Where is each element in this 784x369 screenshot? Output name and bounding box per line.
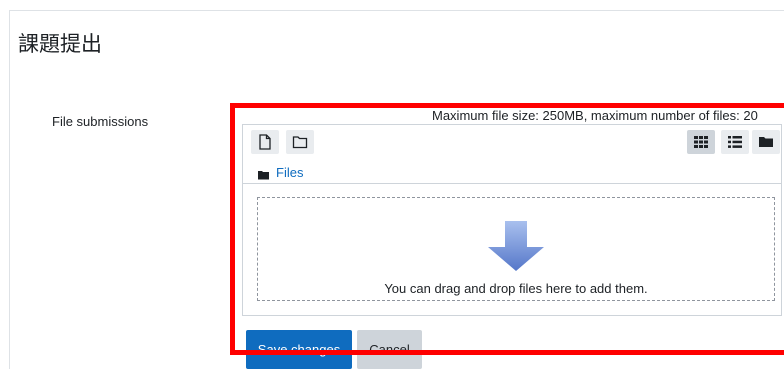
add-file-button[interactable]	[251, 130, 279, 154]
file-limits-text: Maximum file size: 250MB, maximum number…	[432, 108, 758, 123]
file-manager: Files You can drag and drop files here t…	[242, 124, 782, 316]
tree-view-button[interactable]	[752, 130, 780, 154]
list-icon	[728, 136, 742, 148]
grid-view-button[interactable]	[687, 130, 715, 154]
list-view-button[interactable]	[721, 130, 749, 154]
grid-icon	[694, 136, 708, 148]
create-folder-button[interactable]	[286, 130, 314, 154]
breadcrumb-files-link[interactable]: Files	[276, 165, 303, 180]
folder-tree-icon	[759, 137, 773, 147]
cancel-button[interactable]: Cancel	[357, 330, 422, 369]
file-drop-zone[interactable]: You can drag and drop files here to add …	[257, 197, 775, 301]
down-arrow-icon	[488, 221, 544, 271]
save-changes-button[interactable]: Save changes	[246, 330, 352, 369]
file-submissions-label: File submissions	[52, 114, 149, 129]
toolbar-divider	[243, 183, 781, 184]
folder-icon	[292, 136, 308, 149]
drop-zone-message: You can drag and drop files here to add …	[384, 281, 648, 296]
file-icon	[259, 134, 271, 150]
page-title: 課題提出	[18, 32, 102, 56]
